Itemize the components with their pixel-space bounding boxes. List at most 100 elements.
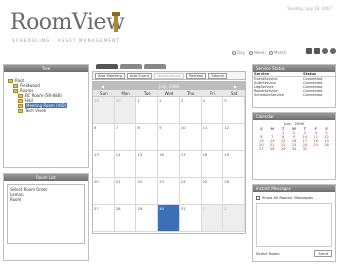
- calendar-header: ◀ July, 2008 ▶: [93, 82, 245, 90]
- tree-panel: Tree Root Fieldwood Rooms BC Room (SR-88…: [3, 64, 89, 168]
- list-view-icon[interactable]: [314, 48, 320, 54]
- mini-day[interactable]: 29: [278, 147, 289, 151]
- brand-logo: RoomView: [10, 10, 125, 35]
- messages-body: Show All Rooms' Messages Select Room Sen…: [253, 192, 335, 260]
- calendar-day-cell[interactable]: 1: [201, 205, 224, 232]
- mini-day[interactable]: 27: [256, 147, 267, 151]
- calendar-day-cell[interactable]: 22: [136, 178, 159, 205]
- calendar-day-cell[interactable]: 12: [223, 124, 245, 151]
- calendar-day-cell[interactable]: 5: [223, 97, 245, 124]
- mini-day[interactable]: [310, 147, 321, 151]
- mini-year-label[interactable]: 2008: [295, 122, 304, 126]
- calendar-grid: 29 30 1 2 3 4 5 6 7 8 9 10 11 12 13 14 1…: [93, 97, 245, 232]
- calendar-day-cell[interactable]: 2: [223, 205, 245, 232]
- grid-view-icon[interactable]: [306, 48, 312, 54]
- calendar-month-label: July, 2008: [159, 83, 179, 89]
- service-status-title: Service Status: [253, 65, 335, 72]
- folder-icon: [13, 83, 18, 88]
- view-mode-group: Day Week Month: [232, 50, 286, 55]
- message-textarea[interactable]: [256, 203, 332, 247]
- calendar-day-cell[interactable]: 30: [114, 97, 137, 124]
- brand-tagline: SCHEDULING · ASSET MANAGEMENT: [12, 38, 120, 43]
- weekday-label: Tue: [143, 91, 151, 96]
- mini-month-label[interactable]: July: [284, 122, 290, 126]
- prev-month-button[interactable]: ◀: [101, 84, 104, 89]
- mini-day[interactable]: 28: [267, 147, 278, 151]
- mini-day[interactable]: 31: [299, 147, 310, 151]
- settings-icon[interactable]: [322, 48, 328, 54]
- view-mode-week[interactable]: Week: [248, 50, 265, 55]
- send-button[interactable]: Send: [314, 250, 332, 257]
- calendar-day-cell[interactable]: 16: [158, 151, 180, 178]
- help-icon[interactable]: [330, 48, 336, 54]
- calendar-day-cell[interactable]: 31: [179, 205, 202, 232]
- calendar-day-cell[interactable]: 21: [114, 178, 137, 205]
- room-icon: [18, 108, 23, 113]
- folder-icon: [8, 78, 13, 83]
- calendar-day-cell-selected[interactable]: 30: [158, 205, 180, 232]
- calendar-day-cell[interactable]: 26: [223, 178, 245, 205]
- instant-messages-panel: Instant Messages Show All Rooms' Message…: [252, 184, 336, 262]
- radio-icon: [248, 50, 253, 55]
- mini-day[interactable]: 30: [289, 147, 300, 151]
- calendar-day-cell[interactable]: 13: [93, 151, 115, 178]
- calendar-day-cell[interactable]: 23: [158, 178, 180, 205]
- refresh-button[interactable]: Refresh: [186, 73, 207, 79]
- calendar-day-cell[interactable]: 8: [136, 124, 159, 151]
- weekday-label: Fri: [210, 91, 215, 96]
- calendar-day-cell[interactable]: 29: [93, 97, 115, 124]
- weekday-label: Thu: [186, 91, 195, 96]
- tree-node-tech[interactable]: Tech Vivek: [8, 108, 84, 113]
- calendar-day-cell[interactable]: 10: [179, 124, 202, 151]
- calendar-day-cell[interactable]: 15: [136, 151, 159, 178]
- add-event-button[interactable]: Add Event: [126, 73, 153, 79]
- calendar-day-cell[interactable]: 9: [158, 124, 180, 151]
- calendar-day-cell[interactable]: 14: [114, 151, 137, 178]
- calendar-day-cell[interactable]: 29: [136, 205, 159, 232]
- calendar-day-cell[interactable]: 27: [93, 205, 115, 232]
- select-room-dropdown[interactable]: Select Room: [256, 251, 280, 256]
- calendar-day-cell[interactable]: 18: [201, 151, 224, 178]
- notifications-button[interactable]: Notifications: [154, 73, 185, 79]
- header-datetime: Tuesday, July 10, 2007: [286, 6, 332, 11]
- view-mode-day[interactable]: Day: [232, 50, 245, 55]
- brand-emblem-icon: [112, 12, 120, 32]
- room-list-panel-title: Room List: [4, 174, 88, 181]
- checkbox-icon[interactable]: [256, 195, 260, 200]
- calendar-day-cell[interactable]: 17: [179, 151, 202, 178]
- table-row: ScheduleService Connected: [253, 93, 335, 97]
- add-meeting-button[interactable]: Add Meeting: [95, 73, 125, 79]
- search-button[interactable]: Search: [208, 73, 228, 79]
- next-month-button[interactable]: ▶: [234, 84, 237, 89]
- room-list-panel: Room List Select Room Order Lemon Room: [3, 173, 89, 261]
- room-tree: Root Fieldwood Rooms BC Room (SR-888) Ha…: [4, 72, 88, 119]
- calendar-day-cell[interactable]: 6: [93, 124, 115, 151]
- calendar-day-cell[interactable]: 2: [158, 97, 180, 124]
- weekday-label: Mon: [121, 91, 130, 96]
- calendar-day-cell[interactable]: 4: [201, 97, 224, 124]
- mini-calendar-title: Calendar: [253, 113, 335, 120]
- calendar-day-cell[interactable]: 3: [179, 97, 202, 124]
- calendar-day-cell[interactable]: 11: [201, 124, 224, 151]
- calendar-day-cell[interactable]: 28: [114, 205, 137, 232]
- calendar-day-cell[interactable]: 24: [179, 178, 202, 205]
- tab-schedule[interactable]: [120, 64, 142, 69]
- weekday-label: Sat: [230, 91, 238, 96]
- tab-calendar[interactable]: [96, 64, 118, 69]
- radio-icon: [268, 50, 273, 55]
- calendar-day-cell[interactable]: 20: [93, 178, 115, 205]
- calendar-day-cell[interactable]: 19: [223, 151, 245, 178]
- calendar-day-cell[interactable]: 7: [114, 124, 137, 151]
- service-state: Connected: [303, 93, 323, 97]
- mini-day[interactable]: [321, 147, 332, 151]
- radio-icon: [232, 50, 236, 55]
- calendar-day-cell[interactable]: 25: [201, 178, 224, 205]
- tab-status[interactable]: [144, 64, 166, 69]
- header-icons: [306, 48, 336, 54]
- show-all-messages-checkbox[interactable]: Show All Rooms' Messages: [256, 195, 332, 200]
- service-status-panel: Service Status Service Status EventServi…: [252, 64, 336, 108]
- view-mode-month[interactable]: Month: [268, 50, 286, 55]
- calendar-day-cell[interactable]: 1: [136, 97, 159, 124]
- list-item[interactable]: Room: [10, 197, 82, 202]
- room-list[interactable]: Select Room Order Lemon Room: [7, 184, 85, 244]
